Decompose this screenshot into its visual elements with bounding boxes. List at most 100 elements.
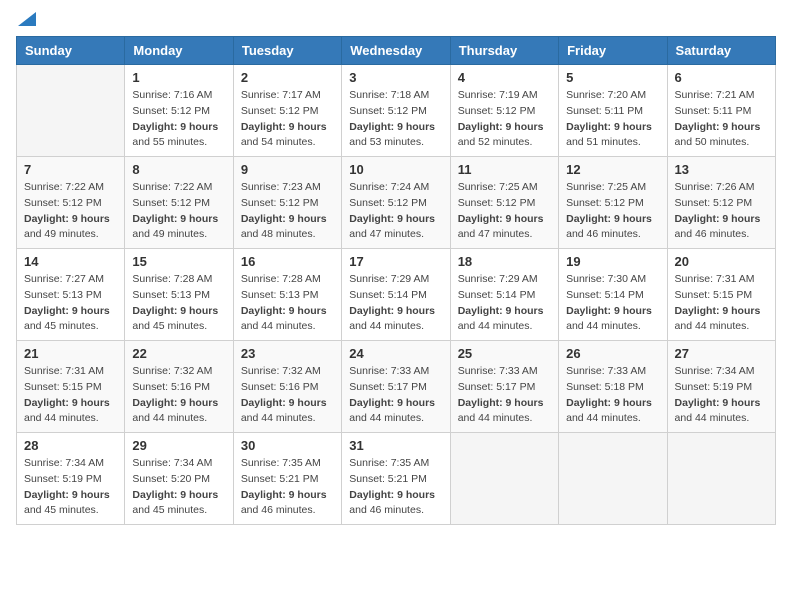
day-number: 13 [675,162,768,177]
day-number: 19 [566,254,659,269]
day-number: 31 [349,438,442,453]
calendar-cell: 9 Sunrise: 7:23 AMSunset: 5:12 PMDaylight… [233,157,341,249]
day-number: 5 [566,70,659,85]
day-number: 3 [349,70,442,85]
calendar-cell: 28Sunrise: 7:34 AMSunset: 5:19 PMDayligh… [17,433,125,525]
day-number: 1 [132,70,225,85]
calendar-cell: 31 Sunrise: 7:35 AMSunset: 5:21 PMDayligh… [342,433,450,525]
day-number: 10 [349,162,442,177]
day-info: Sunrise: 7:26 AMSunset: 5:12 PMDaylight:… [675,180,768,243]
day-number: 25 [458,346,551,361]
day-info: Sunrise: 7:32 AMSunset: 5:16 PMDaylight:… [132,364,225,427]
calendar-week-row: 1 Sunrise: 7:16 AMSunset: 5:12 PMDaylight… [17,65,776,157]
day-number: 9 [241,162,334,177]
calendar-week-row: 21 Sunrise: 7:31 AMSunset: 5:15 PMDayligh… [17,341,776,433]
day-number: 8 [132,162,225,177]
day-number: 7 [24,162,117,177]
page-header [16,16,776,26]
calendar-cell: 14 Sunrise: 7:27 AMSunset: 5:13 PMDayligh… [17,249,125,341]
calendar-cell: 6 Sunrise: 7:21 AMSunset: 5:11 PMDaylight… [667,65,775,157]
day-info: Sunrise: 7:29 AMSunset: 5:14 PMDaylight:… [458,272,551,335]
day-info: Sunrise: 7:34 AMSunset: 5:20 PMDaylight:… [132,456,225,519]
calendar-cell [559,433,667,525]
day-number: 6 [675,70,768,85]
header-wednesday: Wednesday [342,37,450,65]
day-info: Sunrise: 7:23 AMSunset: 5:12 PMDaylight:… [241,180,334,243]
day-info: Sunrise: 7:34 AMSunset: 5:19 PMDaylight:… [675,364,768,427]
calendar-week-row: 7 Sunrise: 7:22 AMSunset: 5:12 PMDaylight… [17,157,776,249]
day-info: Sunrise: 7:35 AMSunset: 5:21 PMDaylight:… [349,456,442,519]
calendar-cell: 10 Sunrise: 7:24 AMSunset: 5:12 PMDayligh… [342,157,450,249]
day-number: 14 [24,254,117,269]
day-number: 17 [349,254,442,269]
calendar-header-row: SundayMondayTuesdayWednesdayThursdayFrid… [17,37,776,65]
day-number: 11 [458,162,551,177]
day-number: 29 [132,438,225,453]
day-number: 24 [349,346,442,361]
header-thursday: Thursday [450,37,558,65]
calendar-cell: 23 Sunrise: 7:32 AMSunset: 5:16 PMDayligh… [233,341,341,433]
day-info: Sunrise: 7:24 AMSunset: 5:12 PMDaylight:… [349,180,442,243]
calendar-cell: 17 Sunrise: 7:29 AMSunset: 5:14 PMDayligh… [342,249,450,341]
calendar-cell: 24 Sunrise: 7:33 AMSunset: 5:17 PMDayligh… [342,341,450,433]
day-number: 26 [566,346,659,361]
logo [16,16,36,26]
day-info: Sunrise: 7:25 AMSunset: 5:12 PMDaylight:… [458,180,551,243]
day-info: Sunrise: 7:33 AMSunset: 5:17 PMDaylight:… [349,364,442,427]
day-info: Sunrise: 7:28 AMSunset: 5:13 PMDaylight:… [132,272,225,335]
day-number: 16 [241,254,334,269]
day-number: 12 [566,162,659,177]
day-info: Sunrise: 7:27 AMSunset: 5:13 PMDaylight:… [24,272,117,335]
calendar-cell: 7 Sunrise: 7:22 AMSunset: 5:12 PMDaylight… [17,157,125,249]
day-info: Sunrise: 7:32 AMSunset: 5:16 PMDaylight:… [241,364,334,427]
calendar-cell: 22 Sunrise: 7:32 AMSunset: 5:16 PMDayligh… [125,341,233,433]
calendar-cell: 18Sunrise: 7:29 AMSunset: 5:14 PMDayligh… [450,249,558,341]
day-number: 21 [24,346,117,361]
calendar-cell: 8 Sunrise: 7:22 AMSunset: 5:12 PMDaylight… [125,157,233,249]
calendar-cell: 16Sunrise: 7:28 AMSunset: 5:13 PMDayligh… [233,249,341,341]
day-number: 2 [241,70,334,85]
calendar-cell [17,65,125,157]
day-info: Sunrise: 7:31 AMSunset: 5:15 PMDaylight:… [675,272,768,335]
calendar-cell: 2 Sunrise: 7:17 AMSunset: 5:12 PMDaylight… [233,65,341,157]
day-number: 22 [132,346,225,361]
calendar-week-row: 28Sunrise: 7:34 AMSunset: 5:19 PMDayligh… [17,433,776,525]
logo-triangle-icon [18,12,36,26]
day-info: Sunrise: 7:29 AMSunset: 5:14 PMDaylight:… [349,272,442,335]
day-info: Sunrise: 7:33 AMSunset: 5:17 PMDaylight:… [458,364,551,427]
calendar-cell [450,433,558,525]
header-tuesday: Tuesday [233,37,341,65]
day-info: Sunrise: 7:30 AMSunset: 5:14 PMDaylight:… [566,272,659,335]
calendar-cell: 19 Sunrise: 7:30 AMSunset: 5:14 PMDayligh… [559,249,667,341]
header-sunday: Sunday [17,37,125,65]
calendar-cell: 3 Sunrise: 7:18 AMSunset: 5:12 PMDaylight… [342,65,450,157]
calendar-cell: 29 Sunrise: 7:34 AMSunset: 5:20 PMDayligh… [125,433,233,525]
day-info: Sunrise: 7:31 AMSunset: 5:15 PMDaylight:… [24,364,117,427]
calendar-cell: 5 Sunrise: 7:20 AMSunset: 5:11 PMDaylight… [559,65,667,157]
calendar-cell: 4 Sunrise: 7:19 AMSunset: 5:12 PMDaylight… [450,65,558,157]
calendar-cell: 25 Sunrise: 7:33 AMSunset: 5:17 PMDayligh… [450,341,558,433]
day-number: 23 [241,346,334,361]
day-info: Sunrise: 7:33 AMSunset: 5:18 PMDaylight:… [566,364,659,427]
day-info: Sunrise: 7:16 AMSunset: 5:12 PMDaylight:… [132,88,225,151]
calendar-cell: 20Sunrise: 7:31 AMSunset: 5:15 PMDayligh… [667,249,775,341]
calendar-table: SundayMondayTuesdayWednesdayThursdayFrid… [16,36,776,525]
day-info: Sunrise: 7:21 AMSunset: 5:11 PMDaylight:… [675,88,768,151]
day-info: Sunrise: 7:20 AMSunset: 5:11 PMDaylight:… [566,88,659,151]
day-number: 4 [458,70,551,85]
calendar-cell: 27Sunrise: 7:34 AMSunset: 5:19 PMDayligh… [667,341,775,433]
day-info: Sunrise: 7:25 AMSunset: 5:12 PMDaylight:… [566,180,659,243]
day-number: 15 [132,254,225,269]
day-info: Sunrise: 7:18 AMSunset: 5:12 PMDaylight:… [349,88,442,151]
day-info: Sunrise: 7:17 AMSunset: 5:12 PMDaylight:… [241,88,334,151]
day-info: Sunrise: 7:19 AMSunset: 5:12 PMDaylight:… [458,88,551,151]
calendar-cell: 12 Sunrise: 7:25 AMSunset: 5:12 PMDayligh… [559,157,667,249]
header-friday: Friday [559,37,667,65]
day-number: 28 [24,438,117,453]
calendar-cell: 30Sunrise: 7:35 AMSunset: 5:21 PMDayligh… [233,433,341,525]
day-info: Sunrise: 7:22 AMSunset: 5:12 PMDaylight:… [132,180,225,243]
calendar-cell: 11 Sunrise: 7:25 AMSunset: 5:12 PMDayligh… [450,157,558,249]
calendar-cell: 15 Sunrise: 7:28 AMSunset: 5:13 PMDayligh… [125,249,233,341]
calendar-week-row: 14 Sunrise: 7:27 AMSunset: 5:13 PMDayligh… [17,249,776,341]
day-info: Sunrise: 7:22 AMSunset: 5:12 PMDaylight:… [24,180,117,243]
